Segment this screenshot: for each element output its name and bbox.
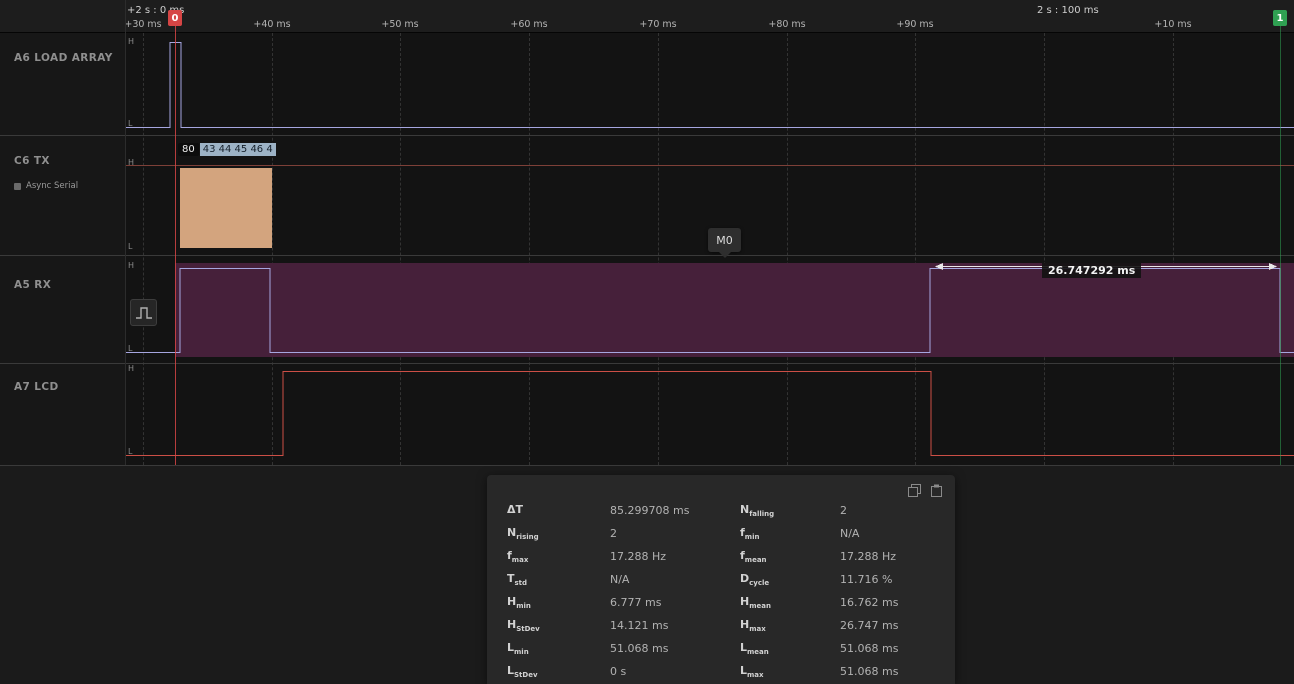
stat-value: 85.299708 ms	[610, 504, 740, 517]
stat-label: Dcycle	[740, 572, 840, 587]
stat-value: 51.068 ms	[610, 642, 740, 655]
measurement-panel: ΔT 85.299708 ms Nfalling 2 Nrising 2 fmi…	[487, 475, 955, 684]
ruler-tick: +70 ms	[639, 19, 676, 30]
ruler-tick: +80 ms	[768, 19, 805, 30]
ruler-tick: +50 ms	[381, 19, 418, 30]
level-low-label: L	[128, 242, 132, 251]
measurement-width-label[interactable]: 26.747292 ms	[1042, 263, 1141, 278]
stat-value: 51.068 ms	[840, 642, 955, 655]
stat-label: Tstd	[507, 572, 610, 587]
channel-label-a5-rx[interactable]: A5 RX	[14, 279, 51, 291]
timing-marker-1-line[interactable]	[1280, 26, 1281, 465]
timing-marker-0-line[interactable]	[175, 26, 176, 465]
stat-grid: ΔT 85.299708 ms Nfalling 2 Nrising 2 fmi…	[507, 499, 955, 683]
logic-analyzer-app: +2 s : 0 ms 2 s : 100 ms +30 ms +40 ms +…	[0, 0, 1294, 684]
serial-data-block	[180, 168, 272, 248]
serial-first-byte: 80	[178, 143, 199, 156]
analyzer-row-async-serial[interactable]: Async Serial	[14, 181, 78, 191]
channel-label-a6-load-array[interactable]: A6 LOAD ARRAY	[14, 52, 113, 64]
ruler-abs-time-right: 2 s : 100 ms	[1037, 5, 1099, 16]
copy-icon[interactable]	[908, 484, 921, 497]
stat-value: 2	[840, 504, 955, 517]
clipboard-icon[interactable]	[930, 484, 943, 497]
analyzer-name: Async Serial	[26, 181, 78, 191]
level-low-label: L	[128, 119, 132, 128]
stat-label: LStDev	[507, 664, 610, 679]
stat-label: ΔT	[507, 503, 610, 518]
channel-sidebar	[0, 33, 125, 465]
trigger-icon[interactable]	[130, 299, 157, 326]
ruler-tick: +30 ms	[124, 19, 161, 30]
stat-label: fmin	[740, 526, 840, 541]
stat-label: Nfalling	[740, 503, 840, 518]
channel-divider	[0, 255, 1294, 256]
waveform-a7-lcd[interactable]	[125, 363, 1294, 465]
ruler-tick: +10 ms	[1154, 19, 1191, 30]
stat-label: HStDev	[507, 618, 610, 633]
channel-label-a7-lcd[interactable]: A7 LCD	[14, 381, 59, 393]
ruler-tick: +90 ms	[896, 19, 933, 30]
level-low-label: L	[128, 447, 132, 456]
stat-value: 6.777 ms	[610, 596, 740, 609]
stat-label: Lmax	[740, 664, 840, 679]
stat-label: Hmean	[740, 595, 840, 610]
stat-label: Hmax	[740, 618, 840, 633]
level-high-label: H	[128, 261, 134, 270]
level-high-label: H	[128, 364, 134, 373]
stat-value: 26.747 ms	[840, 619, 955, 632]
analyzer-icon	[14, 183, 21, 190]
serial-bytes-tooltip: 80 43 44 45 46 4	[178, 141, 276, 158]
timing-marker-0-badge[interactable]: 0	[168, 10, 182, 26]
ruler-tick: +60 ms	[510, 19, 547, 30]
channel-divider	[0, 135, 1294, 136]
level-high-label: H	[128, 158, 134, 167]
serial-bytes-text: 43 44 45 46 4	[200, 143, 276, 156]
timing-marker-1-badge[interactable]: 1	[1273, 10, 1287, 26]
pulse-icon	[133, 302, 155, 324]
stat-label: Lmin	[507, 641, 610, 656]
stat-label: Hmin	[507, 595, 610, 610]
channel-divider	[0, 363, 1294, 364]
waveform-a6-load-array[interactable]	[125, 33, 1294, 135]
level-low-label: L	[128, 344, 132, 353]
channel-divider	[0, 465, 1294, 466]
stat-value: N/A	[610, 573, 740, 586]
m0-pointer	[719, 252, 731, 258]
level-high-label: H	[128, 37, 134, 46]
stat-label: Nrising	[507, 526, 610, 541]
timeline-ruler[interactable]: +2 s : 0 ms 2 s : 100 ms +30 ms +40 ms +…	[0, 0, 1294, 33]
stat-label: Lmean	[740, 641, 840, 656]
stat-label: fmean	[740, 549, 840, 564]
stat-label: fmax	[507, 549, 610, 564]
stat-value: 16.762 ms	[840, 596, 955, 609]
stat-value: 14.121 ms	[610, 619, 740, 632]
stat-value: 2	[610, 527, 740, 540]
stat-value: 0 s	[610, 665, 740, 678]
ruler-tick: +40 ms	[253, 19, 290, 30]
stat-value: N/A	[840, 527, 955, 540]
channel-label-c6-tx[interactable]: C6 TX	[14, 155, 50, 167]
measurement-marker-m0[interactable]: M0	[708, 228, 741, 252]
stat-value: 11.716 %	[840, 573, 955, 586]
stat-value: 17.288 Hz	[840, 550, 955, 563]
stat-value: 17.288 Hz	[610, 550, 740, 563]
sidebar-divider	[125, 0, 126, 465]
stat-value: 51.068 ms	[840, 665, 955, 678]
